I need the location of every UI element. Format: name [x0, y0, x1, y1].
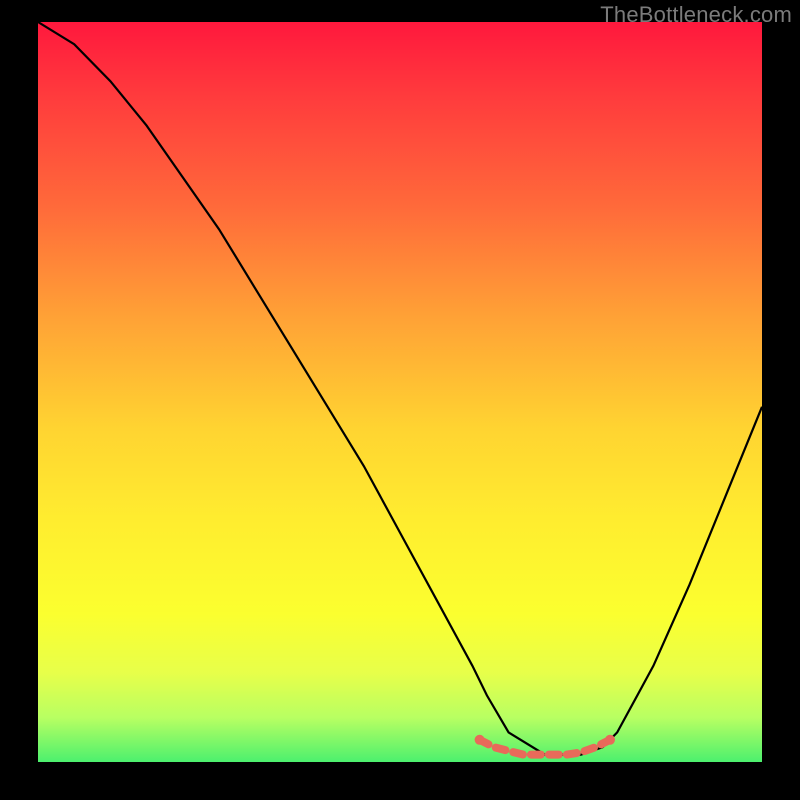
optimal-range-endpoint [605, 735, 615, 745]
chart-overlay [38, 22, 762, 762]
optimal-range-marker [475, 735, 615, 755]
chart-frame: TheBottleneck.com [0, 0, 800, 800]
optimal-range-path [480, 740, 610, 755]
watermark-text: TheBottleneck.com [600, 2, 792, 28]
bottleneck-curve [38, 22, 762, 755]
optimal-range-endpoint [475, 735, 485, 745]
